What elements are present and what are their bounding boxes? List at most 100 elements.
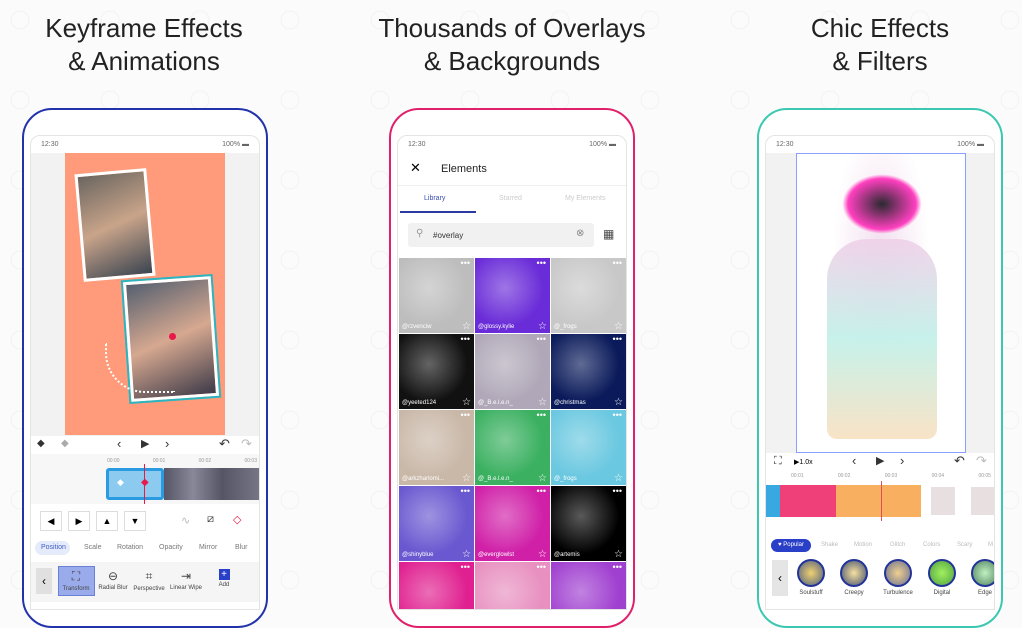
keyframe-point[interactable] <box>169 333 176 340</box>
effect-creepy[interactable]: Creepy <box>834 559 874 596</box>
effect-soulstuff[interactable]: Soulstuff <box>791 559 831 596</box>
more-options-icon[interactable]: ••• <box>613 410 622 420</box>
category-glitch[interactable]: Glitch <box>890 542 905 548</box>
tab-starred[interactable]: Starred <box>499 195 522 202</box>
play-icon[interactable]: ▶ <box>141 437 149 450</box>
element-tile[interactable]: ••• @_frogs ☆ <box>551 258 626 333</box>
tab-my-elements[interactable]: My Elements <box>565 195 605 202</box>
tab-blur[interactable]: Blur <box>235 544 247 551</box>
tab-mirror[interactable]: Mirror <box>199 544 217 551</box>
playhead[interactable] <box>881 481 882 521</box>
ease-curve-icon[interactable]: ∿ <box>181 514 190 527</box>
nudge-up-button[interactable]: ▲ <box>96 511 118 531</box>
more-options-icon[interactable]: ••• <box>461 562 470 572</box>
element-tile[interactable]: ••• @_B.e.l.e.n_ ☆ <box>475 334 550 409</box>
star-icon[interactable]: ☆ <box>614 473 623 484</box>
element-tile[interactable]: ••• @everglowlst ☆ <box>475 486 550 561</box>
tool-radial-blur[interactable]: ⊖ Radial Blur <box>95 569 131 591</box>
nudge-down-button[interactable]: ▼ <box>124 511 146 531</box>
nudge-left-button[interactable]: ◀ <box>40 511 62 531</box>
element-tile[interactable]: ••• @shinyblue ☆ <box>399 486 474 561</box>
element-tile[interactable]: ••• @glossy.kylie ☆ <box>475 258 550 333</box>
clip-thumbnails[interactable] <box>164 468 259 500</box>
effect-turbulence[interactable]: Turbulence <box>878 559 918 596</box>
linear-curve-icon[interactable]: ⧄ <box>207 513 214 526</box>
fullscreen-icon[interactable]: ⛶ <box>774 455 782 468</box>
more-options-icon[interactable]: ••• <box>537 258 546 268</box>
category-scary[interactable]: Scary <box>957 542 972 548</box>
category-colors[interactable]: Colors <box>923 542 940 548</box>
tab-position[interactable]: Position <box>41 544 66 551</box>
prev-icon[interactable]: ‹ <box>852 453 856 468</box>
category-more[interactable]: M <box>988 542 993 548</box>
element-tile[interactable]: ••• @rzvenciw ☆ <box>399 258 474 333</box>
star-icon[interactable]: ☆ <box>462 321 471 332</box>
back-button[interactable]: ‹ <box>772 560 788 596</box>
element-tile[interactable]: ••• @christmas ☆ <box>551 334 626 409</box>
play-icon[interactable]: ▶ <box>876 454 884 467</box>
category-motion[interactable]: Motion <box>854 542 872 548</box>
element-tile[interactable]: •••☆ <box>551 562 626 609</box>
tool-transform[interactable]: ⛶ Transform <box>58 569 94 592</box>
undo-icon[interactable]: ↶ <box>219 436 230 452</box>
more-options-icon[interactable]: ••• <box>461 334 470 344</box>
more-options-icon[interactable]: ••• <box>461 410 470 420</box>
more-options-icon[interactable]: ••• <box>613 334 622 344</box>
nudge-right-button[interactable]: ▶ <box>68 511 90 531</box>
star-icon[interactable]: ☆ <box>614 321 623 332</box>
tool-perspective[interactable]: ⌗ Perspective <box>131 569 167 592</box>
more-options-icon[interactable]: ••• <box>613 486 622 496</box>
more-options-icon[interactable]: ••• <box>537 486 546 496</box>
tool-add[interactable]: + Add <box>206 569 242 588</box>
keyframe-marker[interactable]: ◆ <box>117 477 124 488</box>
back-button[interactable]: ‹ <box>36 568 52 594</box>
prev-icon[interactable]: ‹ <box>117 436 121 451</box>
keyframe-easing-icon[interactable]: ◇ <box>233 513 241 526</box>
star-icon[interactable]: ☆ <box>462 397 471 408</box>
selected-clip[interactable]: ◆ ◆ <box>106 468 164 500</box>
element-tile[interactable]: ••• @artemis ☆ <box>551 486 626 561</box>
more-options-icon[interactable]: ••• <box>537 334 546 344</box>
more-options-icon[interactable]: ••• <box>613 258 622 268</box>
star-icon[interactable]: ☆ <box>538 549 547 560</box>
playhead[interactable] <box>144 464 145 504</box>
next-icon[interactable]: › <box>900 453 904 468</box>
star-icon[interactable]: ☆ <box>614 397 623 408</box>
photo-layer-man[interactable] <box>74 168 156 282</box>
more-options-icon[interactable]: ••• <box>461 258 470 268</box>
element-tile[interactable]: ••• @arkzharlomi... ☆ <box>399 410 474 485</box>
category-popular[interactable]: ♥ Popular <box>771 539 811 552</box>
tab-rotation[interactable]: Rotation <box>117 544 143 551</box>
tab-scale[interactable]: Scale <box>84 544 102 551</box>
element-tile[interactable]: ••• @_B.e.l.e.n_ ☆ <box>475 410 550 485</box>
star-icon[interactable]: ☆ <box>538 473 547 484</box>
clear-icon[interactable]: ⊗ <box>576 228 584 239</box>
search-input[interactable]: ⚲ #overlay ⊗ <box>408 223 594 247</box>
add-keyframe-icon[interactable]: ◆ <box>37 438 45 449</box>
undo-icon[interactable]: ↶ <box>954 453 965 469</box>
more-options-icon[interactable]: ••• <box>461 486 470 496</box>
effect-digital[interactable]: Digital <box>922 559 962 596</box>
effect-edge[interactable]: Edge <box>965 559 994 596</box>
element-tile[interactable]: •••☆ <box>399 562 474 609</box>
next-icon[interactable]: › <box>165 436 169 451</box>
star-icon[interactable]: ☆ <box>538 397 547 408</box>
element-tile[interactable]: ••• @yeeted124 ☆ <box>399 334 474 409</box>
more-options-icon[interactable]: ••• <box>613 562 622 572</box>
more-options-icon[interactable]: ••• <box>537 562 546 572</box>
qr-code-icon[interactable]: ▦ <box>603 227 614 241</box>
redo-icon[interactable]: ↷ <box>976 453 987 469</box>
element-tile[interactable]: •••☆ <box>475 562 550 609</box>
category-shake[interactable]: Shake <box>821 542 838 548</box>
tab-opacity[interactable]: Opacity <box>159 544 183 551</box>
star-icon[interactable]: ☆ <box>462 473 471 484</box>
tab-library[interactable]: Library <box>424 195 445 202</box>
redo-icon[interactable]: ↷ <box>241 436 252 452</box>
close-icon[interactable]: ✕ <box>410 160 421 176</box>
star-icon[interactable]: ☆ <box>538 321 547 332</box>
speed-button[interactable]: ▶1.0x <box>794 458 813 466</box>
remove-keyframe-icon[interactable]: ◆ <box>61 438 69 449</box>
star-icon[interactable]: ☆ <box>462 549 471 560</box>
timeline[interactable]: 00:0000:0100:0200:03 ◆ ◆ <box>31 454 259 504</box>
element-tile[interactable]: ••• @_frogs ☆ <box>551 410 626 485</box>
